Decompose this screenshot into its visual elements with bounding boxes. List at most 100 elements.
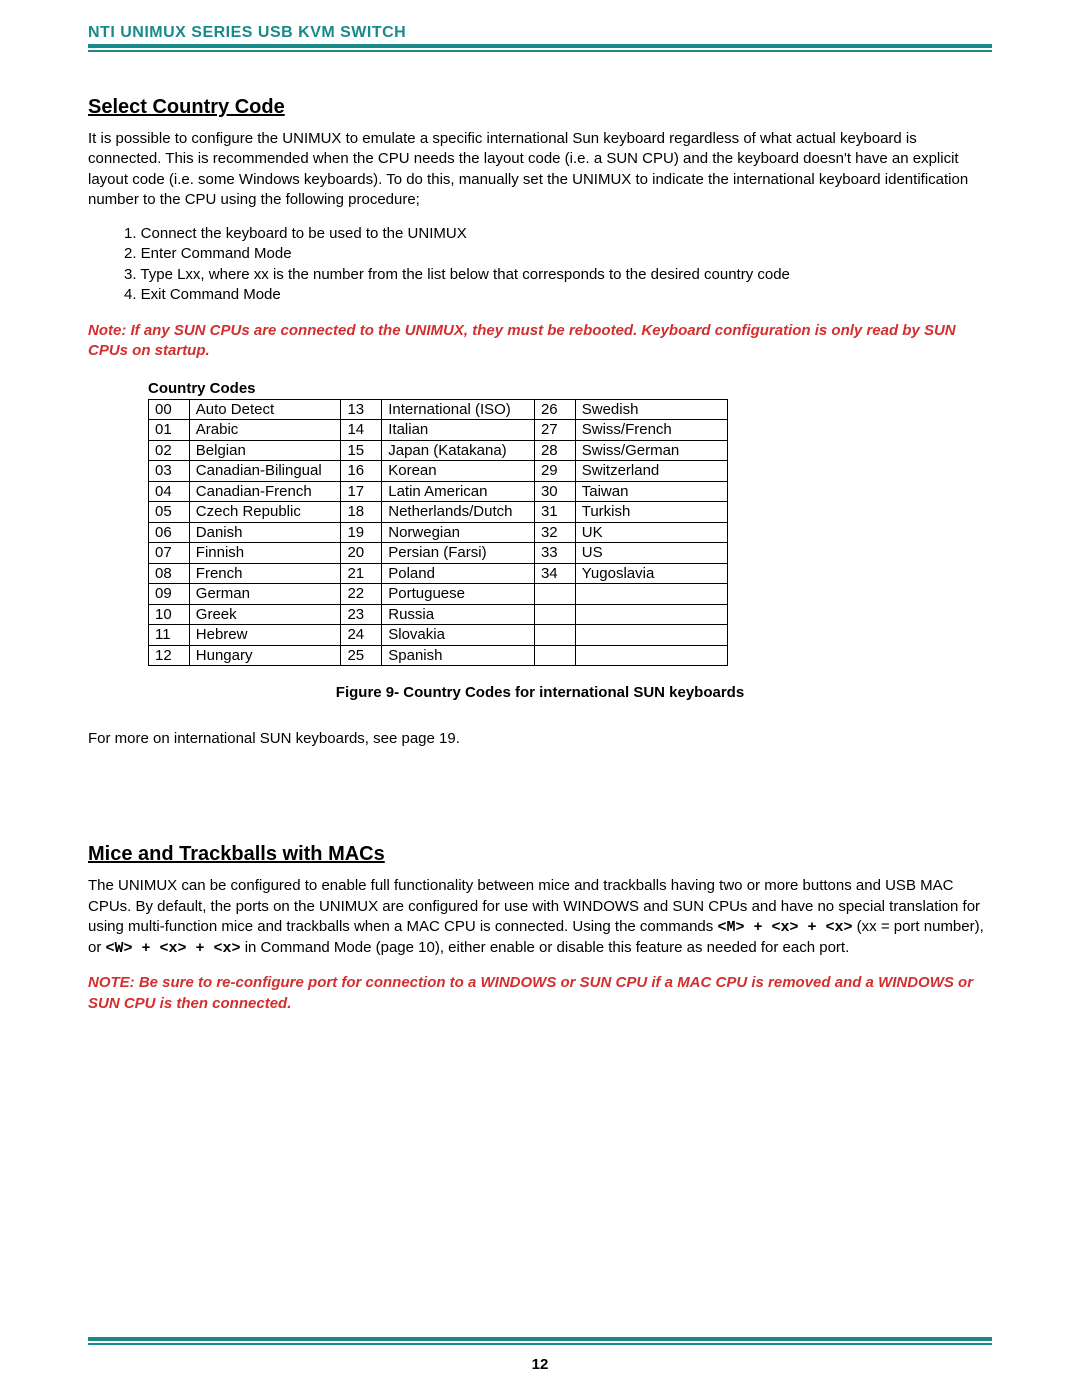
table-cell	[534, 584, 575, 605]
table-cell: 19	[341, 522, 382, 543]
table-cell: 24	[341, 625, 382, 646]
header-rule	[88, 44, 992, 54]
table-cell: 21	[341, 563, 382, 584]
table-cell: 31	[534, 502, 575, 523]
table-cell: Swiss/German	[575, 440, 727, 461]
list-item: 2. Enter Command Mode	[124, 244, 992, 264]
table-cell: Yugoslavia	[575, 563, 727, 584]
section-title-mice: Mice and Trackballs with MACs	[88, 843, 992, 866]
table-cell	[575, 584, 727, 605]
table-row: 03Canadian-Bilingual16Korean29Switzerlan…	[149, 461, 728, 482]
table-cell	[534, 604, 575, 625]
table-cell: 06	[149, 522, 190, 543]
table-cell: 22	[341, 584, 382, 605]
table-cell: Korean	[382, 461, 535, 482]
page-number: 12	[0, 1356, 1080, 1373]
table-cell: Turkish	[575, 502, 727, 523]
table-cell: Canadian-French	[189, 481, 341, 502]
table-cell: Persian (Farsi)	[382, 543, 535, 564]
table-cell: Czech Republic	[189, 502, 341, 523]
table-cell: Hebrew	[189, 625, 341, 646]
table-row: 05Czech Republic18Netherlands/Dutch31Tur…	[149, 502, 728, 523]
table-cell: 17	[341, 481, 382, 502]
table-cell: Swiss/French	[575, 420, 727, 441]
table-title: Country Codes	[148, 380, 728, 397]
table-cell: UK	[575, 522, 727, 543]
procedure-list: 1. Connect the keyboard to be used to th…	[124, 224, 992, 305]
table-cell: 02	[149, 440, 190, 461]
table-cell: 26	[534, 399, 575, 420]
table-cell: 33	[534, 543, 575, 564]
table-cell: 07	[149, 543, 190, 564]
table-row: 09German22Portuguese	[149, 584, 728, 605]
note-sun-reboot: Note: If any SUN CPUs are connected to t…	[88, 321, 992, 362]
table-cell: Auto Detect	[189, 399, 341, 420]
table-row: 01Arabic14Italian27Swiss/French	[149, 420, 728, 441]
table-row: 02Belgian15Japan (Katakana)28Swiss/Germa…	[149, 440, 728, 461]
table-cell: Belgian	[189, 440, 341, 461]
table-cell: Portuguese	[382, 584, 535, 605]
doc-header: NTI UNIMUX SERIES USB KVM SWITCH	[88, 24, 992, 42]
table-cell: 16	[341, 461, 382, 482]
table-cell: 23	[341, 604, 382, 625]
table-cell: Poland	[382, 563, 535, 584]
table-cell: Greek	[189, 604, 341, 625]
table-row: 10Greek23Russia	[149, 604, 728, 625]
table-cell: German	[189, 584, 341, 605]
table-cell: 01	[149, 420, 190, 441]
table-cell: Swedish	[575, 399, 727, 420]
intro-paragraph: It is possible to configure the UNIMUX t…	[88, 129, 992, 210]
table-cell: Finnish	[189, 543, 341, 564]
table-cell: Taiwan	[575, 481, 727, 502]
table-cell: Arabic	[189, 420, 341, 441]
table-cell: Canadian-Bilingual	[189, 461, 341, 482]
footer-rule	[88, 1337, 992, 1347]
table-row: 00Auto Detect13International (ISO)26Swed…	[149, 399, 728, 420]
cmd-w: <W> + <x> + <x>	[106, 940, 241, 957]
table-cell: Latin American	[382, 481, 535, 502]
table-cell: 20	[341, 543, 382, 564]
table-cell: 03	[149, 461, 190, 482]
table-cell: 13	[341, 399, 382, 420]
table-row: 08French21Poland34Yugoslavia	[149, 563, 728, 584]
table-cell	[575, 645, 727, 666]
table-cell: 08	[149, 563, 190, 584]
table-cell: Spanish	[382, 645, 535, 666]
table-cell: 29	[534, 461, 575, 482]
table-cell: Switzerland	[575, 461, 727, 482]
table-cell: 14	[341, 420, 382, 441]
table-cell: French	[189, 563, 341, 584]
table-cell: 30	[534, 481, 575, 502]
cmd-m: <M> + <x> + <x>	[717, 919, 852, 936]
table-cell: Norwegian	[382, 522, 535, 543]
note-reconfigure: NOTE: Be sure to re-configure port for c…	[88, 973, 992, 1014]
list-item: 3. Type Lxx, where xx is the number from…	[124, 265, 992, 285]
table-row: 04Canadian-French17Latin American30Taiwa…	[149, 481, 728, 502]
table-cell: International (ISO)	[382, 399, 535, 420]
see-also: For more on international SUN keyboards,…	[88, 729, 992, 749]
table-cell	[534, 645, 575, 666]
table-cell: 18	[341, 502, 382, 523]
figure-caption: Figure 9- Country Codes for internationa…	[88, 684, 992, 701]
table-cell: US	[575, 543, 727, 564]
table-cell: 11	[149, 625, 190, 646]
text: in Command Mode (page 10), either enable…	[241, 939, 850, 956]
table-cell	[575, 604, 727, 625]
content: Select Country Code It is possible to co…	[88, 96, 992, 1032]
table-cell: 32	[534, 522, 575, 543]
table-cell: 15	[341, 440, 382, 461]
section-title-country: Select Country Code	[88, 96, 992, 119]
table-cell: 34	[534, 563, 575, 584]
table-row: 07Finnish20Persian (Farsi)33US	[149, 543, 728, 564]
table-cell	[534, 625, 575, 646]
table-cell: 05	[149, 502, 190, 523]
mice-paragraph: The UNIMUX can be configured to enable f…	[88, 876, 992, 959]
section-gap	[88, 763, 992, 843]
table-cell: Japan (Katakana)	[382, 440, 535, 461]
table-cell	[575, 625, 727, 646]
table-row: 11Hebrew24Slovakia	[149, 625, 728, 646]
table-cell: Netherlands/Dutch	[382, 502, 535, 523]
table-cell: 28	[534, 440, 575, 461]
table-cell: 12	[149, 645, 190, 666]
table-cell: 10	[149, 604, 190, 625]
